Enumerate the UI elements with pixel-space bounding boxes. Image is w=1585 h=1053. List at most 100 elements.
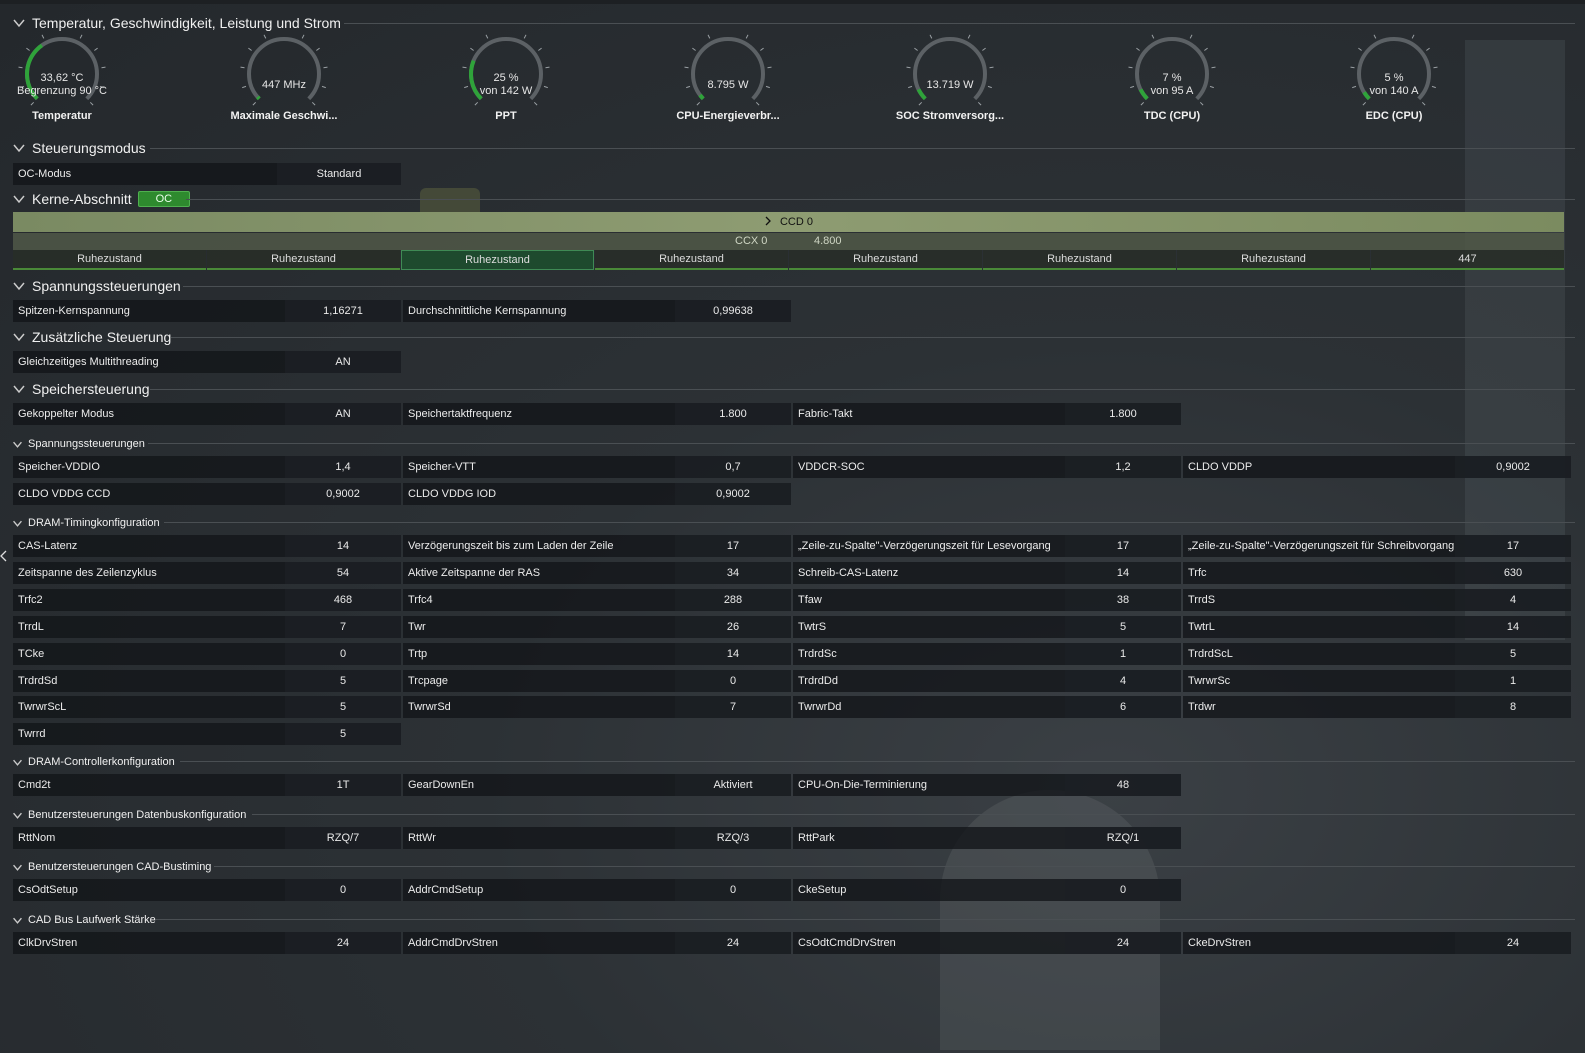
field-label: Tfaw	[798, 593, 822, 606]
setting-field[interactable]: TwrwrSc 1	[1183, 669, 1571, 692]
setting-field[interactable]: Twrrd 5	[13, 723, 401, 746]
field-label: Verzögerungszeit bis zum Laden der Zeile	[408, 540, 614, 552]
field-value: 468	[285, 588, 401, 611]
setting-field[interactable]: Trfc4 288	[403, 588, 791, 611]
field-value: 0,9002	[1455, 456, 1571, 478]
section-title: Temperatur, Geschwindigkeit, Leistung un…	[32, 15, 341, 31]
setting-field[interactable]: Speicher-VTT 0,7	[403, 456, 791, 478]
setting-field[interactable]: TrrdS 4	[1183, 588, 1571, 611]
core-status[interactable]: Ruhezustand	[983, 250, 1176, 270]
core-status[interactable]: Ruhezustand	[1177, 250, 1370, 270]
setting-field[interactable]: AddrCmdDrvStren 24	[403, 932, 791, 954]
setting-field[interactable]: Twr 26	[403, 615, 791, 638]
setting-field[interactable]: Gekoppelter Modus AN	[13, 403, 401, 425]
gauge-value: 7 %	[1162, 72, 1182, 84]
setting-field[interactable]: TwtrS 5	[793, 615, 1181, 638]
setting-field[interactable]: Speicher-VDDIO 1,4	[13, 456, 401, 478]
field-value: 24	[285, 932, 401, 954]
field-value: 14	[1455, 615, 1571, 638]
gauge: 25 % von 142 W PPT	[426, 34, 586, 122]
gauge: 5 % von 140 A EDC (CPU)	[1314, 34, 1474, 122]
setting-field[interactable]: VDDCR-SOC 1,2	[793, 456, 1181, 478]
field-label: TCke	[18, 647, 45, 660]
setting-field[interactable]: TrdrdSc 1	[793, 642, 1181, 665]
setting-field[interactable]: Schreib-CAS-Latenz 14	[793, 561, 1181, 584]
setting-field[interactable]: CLDO VDDG IOD 0,9002	[403, 482, 791, 505]
setting-field[interactable]: Trcpage 0	[403, 669, 791, 692]
setting-field[interactable]: AddrCmdSetup 0	[403, 879, 791, 901]
section-header-voltage[interactable]: Spannungssteuerungen	[12, 277, 181, 295]
setting-field[interactable]: „Zeile-zu-Spalte"-Verzögerungszeit für L…	[793, 535, 1181, 557]
field-label: Speicher-VTT	[408, 461, 476, 473]
setting-field[interactable]: RttPark RZQ/1	[793, 827, 1181, 849]
core-status[interactable]: Ruhezustand	[789, 250, 982, 270]
core-status[interactable]: Ruhezustand	[595, 250, 788, 270]
section-header-additional[interactable]: Zusätzliche Steuerung	[12, 328, 171, 346]
setting-field[interactable]: ClkDrvStren 24	[13, 932, 401, 954]
setting-field[interactable]: TwrwrDd 6	[793, 696, 1181, 719]
ccd-bar[interactable]: CCD 0	[13, 212, 1564, 232]
section-header-dram-timing[interactable]: DRAM-Timingkonfiguration	[12, 514, 160, 532]
setting-field[interactable]: GearDownEn Aktiviert	[403, 774, 791, 796]
setting-field[interactable]: CAS-Latenz 14	[13, 535, 401, 557]
setting-field[interactable]: RttWr RZQ/3	[403, 827, 791, 849]
core-status[interactable]: Ruhezustand	[401, 250, 594, 270]
field-label: CAS-Latenz	[18, 540, 78, 552]
setting-field[interactable]: TwrwrScL 5	[13, 696, 401, 719]
section-header-cores[interactable]: Kerne-Abschnitt OC	[12, 190, 191, 208]
field-label: TrrdL	[18, 620, 44, 633]
setting-field[interactable]: Aktive Zeitspanne der RAS 34	[403, 561, 791, 584]
field-value: 0	[285, 879, 401, 901]
setting-field[interactable]: CkeSetup 0	[793, 879, 1181, 901]
field-value: 26	[675, 615, 791, 638]
setting-field[interactable]: Verzögerungszeit bis zum Laden der Zeile…	[403, 535, 791, 557]
core-status[interactable]: 447	[1371, 250, 1564, 270]
section-header-memory-voltage[interactable]: Spannungssteuerungen	[12, 435, 145, 453]
setting-field[interactable]: Trtp 14	[403, 642, 791, 665]
section-header-dram-controller[interactable]: DRAM-Controllerkonfiguration	[12, 753, 175, 771]
field-label: TwrwrDd	[798, 701, 842, 714]
field-label: Aktive Zeitspanne der RAS	[408, 566, 541, 579]
setting-field[interactable]: Cmd2t 1T	[13, 774, 401, 796]
setting-field[interactable]: CLDO VDDG CCD 0,9002	[13, 482, 401, 505]
setting-field[interactable]: Trfc2 468	[13, 588, 401, 611]
setting-field[interactable]: TrdrdDd 4	[793, 669, 1181, 692]
field-label: TrdrdScL	[1188, 647, 1233, 660]
core-status[interactable]: Ruhezustand	[207, 250, 400, 270]
setting-field[interactable]: CkeDrvStren 24	[1183, 932, 1571, 954]
setting-field[interactable]: Fabric-Takt 1.800	[793, 403, 1181, 425]
field-label: CPU-On-Die-Terminierung	[798, 779, 927, 791]
collapse-panel-icon[interactable]	[0, 549, 8, 563]
setting-field[interactable]: Trdwr 8	[1183, 696, 1571, 719]
setting-field[interactable]: TwrwrSd 7	[403, 696, 791, 719]
setting-field[interactable]: TrrdL 7	[13, 615, 401, 638]
setting-field[interactable]: Durchschnittliche Kernspannung 0,99638	[403, 300, 791, 322]
core-status[interactable]: Ruhezustand	[13, 250, 206, 270]
setting-field[interactable]: CsOdtSetup 0	[13, 879, 401, 901]
setting-field[interactable]: Trfc 630	[1183, 561, 1571, 584]
setting-field[interactable]: Zeitspanne des Zeilenzyklus 54	[13, 561, 401, 584]
setting-field[interactable]: TCke 0	[13, 642, 401, 665]
setting-field[interactable]: Tfaw 38	[793, 588, 1181, 611]
oc-mode-field[interactable]: OC-Modus Standard	[13, 163, 401, 185]
setting-field[interactable]: CLDO VDDP 0,9002	[1183, 456, 1571, 478]
section-header-control-mode[interactable]: Steuerungsmodus	[12, 139, 146, 157]
setting-field[interactable]: TrdrdSd 5	[13, 669, 401, 692]
setting-field[interactable]: Spitzen-Kernspannung 1,16271	[13, 300, 401, 322]
setting-field[interactable]: Speichertaktfrequenz 1.800	[403, 403, 791, 425]
section-header-memory[interactable]: Speichersteuerung	[12, 380, 150, 398]
setting-field[interactable]: CsOdtCmdDrvStren 24	[793, 932, 1181, 954]
section-header-cad-drive[interactable]: CAD Bus Laufwerk Stärke	[12, 911, 156, 929]
field-value: 4	[1455, 588, 1571, 611]
setting-field[interactable]: Gleichzeitiges Multithreading AN	[13, 351, 401, 373]
setting-field[interactable]: TrdrdScL 5	[1183, 642, 1571, 665]
field-label: RttNom	[18, 832, 56, 844]
section-header-cad-timing[interactable]: Benutzersteuerungen CAD-Bustiming	[12, 858, 211, 876]
field-label: „Zeile-zu-Spalte"-Verzögerungszeit für L…	[798, 540, 1051, 552]
setting-field[interactable]: TwtrL 14	[1183, 615, 1571, 638]
setting-field[interactable]: RttNom RZQ/7	[13, 827, 401, 849]
section-header-temperature[interactable]: Temperatur, Geschwindigkeit, Leistung un…	[12, 14, 341, 32]
section-header-databus[interactable]: Benutzersteuerungen Datenbuskonfiguratio…	[12, 806, 246, 824]
setting-field[interactable]: CPU-On-Die-Terminierung 48	[793, 774, 1181, 796]
setting-field[interactable]: „Zeile-zu-Spalte"-Verzögerungszeit für S…	[1183, 535, 1571, 557]
